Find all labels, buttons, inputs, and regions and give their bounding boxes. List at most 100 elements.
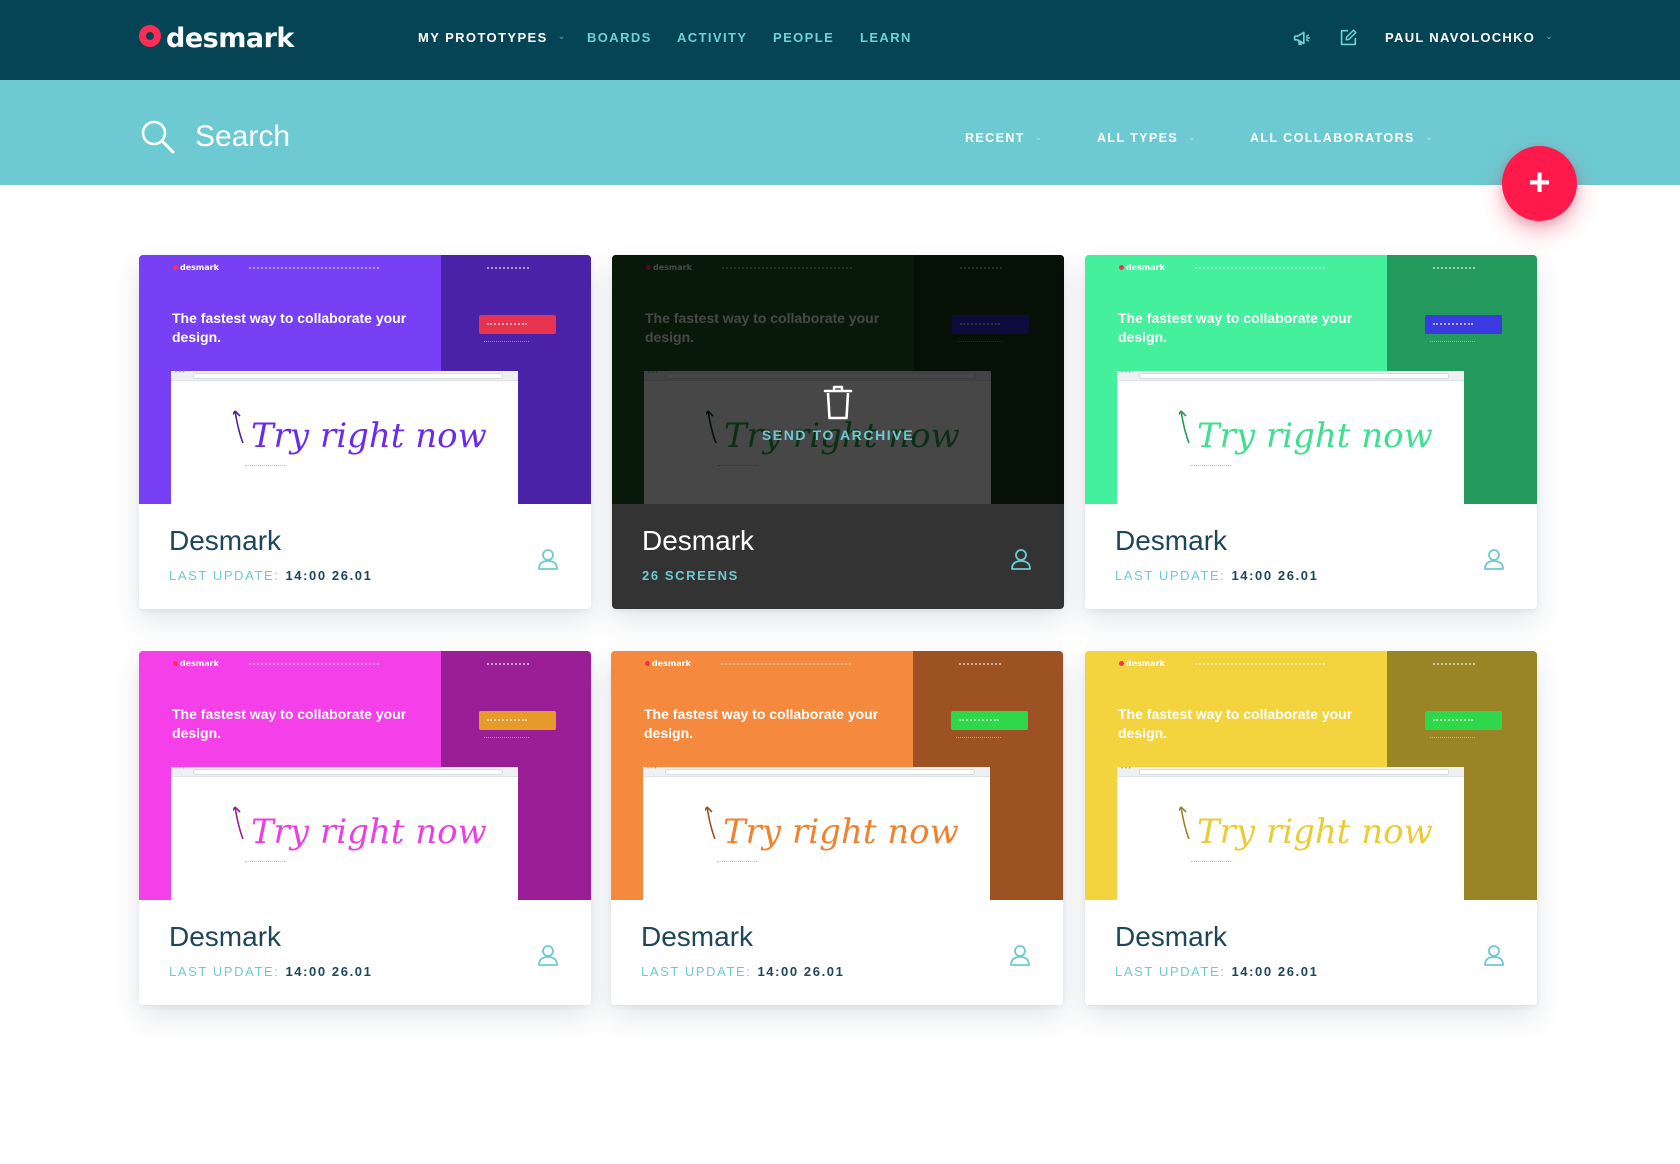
prototype-card[interactable]: desmark The fastest way to collaborate y…	[1085, 651, 1537, 1005]
filter-label: RECENT	[965, 131, 1025, 145]
prototype-card[interactable]: desmark The fastest way to collaborate y…	[612, 255, 1064, 609]
logo-mark-icon	[139, 25, 161, 47]
chevron-down-icon: ⌄	[1034, 131, 1044, 142]
meta-label: LAST UPDATE:	[169, 568, 280, 583]
thumbnail-tagline: The fastest way to collaborate your desi…	[172, 310, 407, 345]
meta-label: LAST UPDATE:	[169, 964, 280, 979]
browser-url	[1139, 373, 1449, 379]
search-input[interactable]	[195, 117, 595, 157]
thumbnail-cta	[1425, 711, 1502, 730]
thumbnail-tagline: The fastest way to collaborate your desi…	[644, 706, 879, 741]
svg-text:Try right now: Try right now	[723, 812, 959, 852]
thumbnail-subtext	[484, 737, 529, 738]
prototype-thumbnail: desmark The fastest way to collaborate y…	[139, 651, 591, 900]
nav-item-boards[interactable]: BOARDS	[587, 30, 652, 45]
send-to-archive-label: SEND TO ARCHIVE	[761, 427, 915, 443]
svg-text:Try right now: Try right now	[251, 416, 487, 456]
browser-bar	[1117, 370, 1464, 381]
card-title: Desmark	[1115, 921, 1228, 952]
prototype-thumbnail: desmark The fastest way to collaborate y…	[1085, 651, 1537, 900]
card-title: Desmark	[1115, 525, 1228, 556]
card-meta: LAST UPDATE: 14:00 26.01	[169, 964, 372, 979]
card-meta: LAST UPDATE: 14:00 26.01	[1115, 964, 1318, 979]
thumbnail-login	[487, 267, 529, 270]
meta-label: 26 SCREENS	[642, 568, 739, 583]
meta-label: LAST UPDATE:	[1115, 568, 1226, 583]
nav-item-activity[interactable]: ACTIVITY	[677, 30, 747, 45]
nav-item-learn[interactable]: LEARN	[860, 30, 912, 45]
thumbnail-browser: Try right now	[171, 766, 518, 900]
filter-recent[interactable]: RECENT ⌄	[965, 131, 1044, 145]
thumbnail-login	[959, 663, 1001, 666]
svg-text:Try right now: Try right now	[251, 812, 487, 852]
prototype-card[interactable]: desmark The fastest way to collaborate y…	[139, 255, 591, 609]
prototype-card[interactable]: desmark The fastest way to collaborate y…	[1085, 255, 1537, 609]
collaborators-icon[interactable]	[1009, 944, 1031, 966]
prototype-thumbnail: desmark The fastest way to collaborate y…	[611, 651, 1063, 900]
script-graphic: Try right now	[1179, 806, 1433, 852]
collaborators-icon[interactable]	[537, 548, 559, 570]
chevron-down-icon: ⌄	[1545, 31, 1555, 41]
thumbnail-nav	[1195, 663, 1325, 666]
prototype-card[interactable]: desmark The fastest way to collaborate y…	[611, 651, 1063, 1005]
browser-bar	[171, 370, 518, 381]
collaborators-icon[interactable]	[1483, 944, 1505, 966]
thumbnail-browser: Try right now	[1117, 370, 1464, 504]
thumbnail-nav	[1195, 267, 1325, 270]
card-meta: 26 SCREENS	[642, 568, 739, 583]
thumbnail-cta	[479, 315, 556, 334]
meta-value: 14:00 26.01	[285, 964, 373, 979]
browser-bar	[1117, 766, 1464, 777]
prototype-card[interactable]: desmark The fastest way to collaborate y…	[139, 651, 591, 1005]
add-prototype-button[interactable]: +	[1502, 146, 1577, 221]
nav-item-label: MY PROTOTYPES	[418, 30, 548, 45]
browser-url	[193, 769, 503, 775]
send-to-archive-button[interactable]: SEND TO ARCHIVE	[612, 383, 1064, 443]
card-title: Desmark	[169, 525, 282, 556]
card-title: Desmark	[641, 921, 754, 952]
nav-item-people[interactable]: PEOPLE	[773, 30, 834, 45]
user-menu[interactable]: PAUL NAVOLOCHKO ⌄	[1385, 30, 1554, 45]
meta-label: LAST UPDATE:	[1115, 964, 1226, 979]
script-hint	[717, 861, 757, 862]
thumbnail-tagline: The fastest way to collaborate your desi…	[172, 706, 407, 741]
prototype-thumbnail: desmark The fastest way to collaborate y…	[612, 255, 1064, 504]
card-meta: LAST UPDATE: 14:00 26.01	[1115, 568, 1318, 583]
thumbnail-tagline: The fastest way to collaborate your desi…	[1118, 310, 1353, 345]
thumbnail-subtext	[484, 341, 529, 342]
script-hint	[1191, 465, 1231, 466]
filter-all-collaborators[interactable]: ALL COLLABORATORS ⌄	[1250, 131, 1434, 145]
collaborators-icon[interactable]	[537, 944, 559, 966]
thumbnail-nav	[249, 663, 379, 666]
prototype-thumbnail: desmark The fastest way to collaborate y…	[1085, 255, 1537, 504]
thumbnail-logo: desmark	[173, 659, 219, 668]
edit-icon[interactable]	[1337, 27, 1359, 49]
thumbnail-logo: desmark	[645, 659, 691, 668]
nav-item-label: BOARDS	[587, 30, 652, 45]
app-logo[interactable]: desmark	[139, 18, 294, 58]
thumbnail-subtext	[1430, 737, 1475, 738]
svg-text:Try right now: Try right now	[1197, 416, 1433, 456]
megaphone-icon[interactable]	[1291, 27, 1313, 49]
collaborators-icon[interactable]	[1483, 548, 1505, 570]
meta-value: 14:00 26.01	[757, 964, 845, 979]
thumbnail-tagline: The fastest way to collaborate your desi…	[1118, 706, 1353, 741]
browser-bar	[171, 766, 518, 777]
filter-all-types[interactable]: ALL TYPES ⌄	[1097, 131, 1197, 145]
prototype-thumbnail: desmark The fastest way to collaborate y…	[139, 255, 591, 504]
thumbnail-browser: Try right now	[171, 370, 518, 504]
chevron-down-icon: ⌄	[1424, 131, 1434, 142]
trash-icon	[823, 385, 853, 420]
collaborators-icon[interactable]	[1010, 548, 1032, 570]
chevron-down-icon: ⌄	[557, 31, 567, 41]
thumbnail-nav	[249, 267, 379, 270]
thumbnail-cta	[1425, 315, 1502, 334]
nav-item-label: LEARN	[860, 30, 912, 45]
nav-item-my-prototypes[interactable]: MY PROTOTYPES ⌄	[418, 30, 567, 45]
thumbnail-cta	[479, 711, 556, 730]
chevron-down-icon: ⌄	[1188, 131, 1198, 142]
thumbnail-cta	[951, 711, 1028, 730]
thumbnail-nav	[721, 663, 851, 666]
filter-label: ALL TYPES	[1097, 131, 1179, 145]
script-hint	[245, 861, 285, 862]
